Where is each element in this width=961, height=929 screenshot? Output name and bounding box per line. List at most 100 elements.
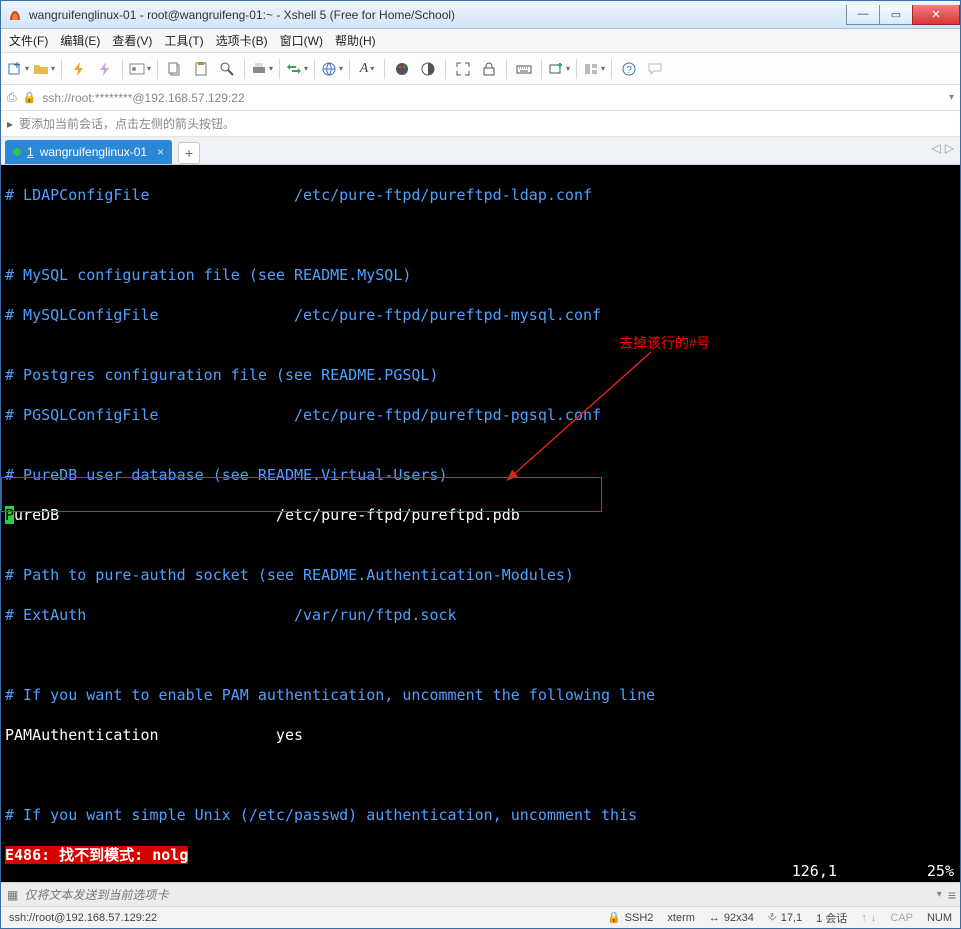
up-icon[interactable]: ↑ bbox=[861, 912, 867, 924]
terminal-area[interactable]: # LDAPConfigFile /etc/pure-ftpd/pureftpd… bbox=[1, 165, 960, 882]
term-line: # Postgres configuration file (see READM… bbox=[5, 366, 438, 384]
term-line: # PGSQLConfigFile /etc/pure-ftpd/pureftp… bbox=[5, 406, 601, 424]
tab-bar: 1 wangruifenglinux-01 × + ◁ ▷ bbox=[1, 137, 960, 165]
menu-file[interactable]: 文件(F) bbox=[9, 32, 48, 49]
status-sessions: 1 会话 bbox=[816, 910, 847, 926]
help-button[interactable]: ? bbox=[618, 58, 640, 80]
font-icon: A bbox=[360, 61, 369, 77]
ssh-lock-icon: 🔒 bbox=[607, 911, 621, 924]
search-icon bbox=[219, 61, 235, 77]
transfer-button[interactable] bbox=[286, 58, 308, 80]
close-button[interactable]: ✕ bbox=[912, 5, 960, 25]
theme-icon bbox=[420, 61, 436, 77]
addtab-button[interactable] bbox=[548, 58, 570, 80]
term-line: # MySQL configuration file (see README.M… bbox=[5, 266, 411, 284]
colors-button[interactable] bbox=[391, 58, 413, 80]
layout-button[interactable] bbox=[583, 58, 605, 80]
term-line: PAMAuthentication yes bbox=[5, 726, 303, 744]
term-line: # ExtAuth /var/run/ftpd.sock bbox=[5, 606, 457, 624]
reconnect-button[interactable] bbox=[68, 58, 90, 80]
compose-input[interactable]: 仅将文本发送到当前选项卡 bbox=[24, 886, 930, 903]
addr-add-icon[interactable]: ⎙ bbox=[7, 90, 17, 105]
new-icon bbox=[7, 61, 23, 77]
cursor-icon: ⎀ bbox=[768, 911, 777, 924]
address-text[interactable]: ssh://root:********@192.168.57.129:22 bbox=[42, 91, 943, 105]
profile-button[interactable] bbox=[129, 58, 151, 80]
menu-window[interactable]: 窗口(W) bbox=[280, 32, 323, 49]
layout-icon bbox=[583, 61, 599, 77]
term-line: # MySQLConfigFile /etc/pure-ftpd/pureftp… bbox=[5, 306, 601, 324]
theme-button[interactable] bbox=[417, 58, 439, 80]
paste-button[interactable] bbox=[190, 58, 212, 80]
disconnect-icon bbox=[97, 61, 113, 77]
term-line: # If you want simple Unix (/etc/passwd) … bbox=[5, 806, 637, 824]
print-button[interactable] bbox=[251, 58, 273, 80]
term-line: # PureDB user database (see README.Virtu… bbox=[5, 466, 448, 484]
tab-next-icon[interactable]: ▷ bbox=[945, 141, 954, 155]
status-rowcol: 17,1 bbox=[781, 912, 802, 924]
status-dot-icon bbox=[13, 148, 21, 156]
keyboard-icon bbox=[516, 61, 532, 77]
term-line-highlight: PureDB /etc/pure-ftpd/pureftpd.pdb bbox=[5, 506, 520, 524]
vim-percent: 25% bbox=[927, 861, 954, 881]
fullscreen-icon bbox=[455, 61, 471, 77]
new-session-button[interactable] bbox=[7, 58, 29, 80]
tab-close-icon[interactable]: × bbox=[153, 145, 164, 159]
hint-arrow-icon[interactable]: ▸ bbox=[7, 117, 13, 131]
vim-position: 126,1 bbox=[792, 861, 837, 881]
annotation-label: 去掉该行的#号 bbox=[619, 335, 710, 355]
tab-number: 1 bbox=[27, 145, 34, 159]
lightning-icon bbox=[71, 61, 87, 77]
maximize-button[interactable]: ▭ bbox=[879, 5, 913, 25]
session-tab-1[interactable]: 1 wangruifenglinux-01 × bbox=[5, 140, 172, 164]
globe-icon bbox=[321, 61, 337, 77]
menu-help[interactable]: 帮助(H) bbox=[335, 32, 376, 49]
hint-text: 要添加当前会话，点击左侧的箭头按钮。 bbox=[19, 115, 235, 132]
compose-icon: ▦ bbox=[7, 888, 18, 902]
menu-tabs[interactable]: 选项卡(B) bbox=[216, 32, 268, 49]
size-icon: ↔ bbox=[709, 912, 720, 924]
status-connection: ssh://root@192.168.57.129:22 bbox=[9, 912, 157, 924]
disconnect-button[interactable] bbox=[94, 58, 116, 80]
tab-prev-icon[interactable]: ◁ bbox=[932, 141, 941, 155]
newtab-icon bbox=[548, 61, 564, 77]
toolbar: A ? bbox=[1, 53, 960, 85]
font-button[interactable]: A bbox=[356, 58, 378, 80]
minimize-button[interactable]: — bbox=[846, 5, 880, 25]
title-bar[interactable]: wangruifenglinux-01 - root@wangruifeng-0… bbox=[1, 1, 960, 29]
down-icon[interactable]: ↓ bbox=[871, 912, 877, 924]
comment-button[interactable] bbox=[644, 58, 666, 80]
help-icon: ? bbox=[621, 61, 637, 77]
menu-view[interactable]: 查看(V) bbox=[112, 32, 152, 49]
menu-tools[interactable]: 工具(T) bbox=[164, 32, 203, 49]
status-term: xterm bbox=[667, 912, 695, 924]
lock-button[interactable] bbox=[478, 58, 500, 80]
term-line: # If you want to enable PAM authenticati… bbox=[5, 686, 655, 704]
printer-icon bbox=[251, 61, 267, 77]
menu-bar: 文件(F) 编辑(E) 查看(V) 工具(T) 选项卡(B) 窗口(W) 帮助(… bbox=[1, 29, 960, 53]
status-size: 92x34 bbox=[724, 912, 754, 924]
menu-edit[interactable]: 编辑(E) bbox=[60, 32, 100, 49]
fullscreen-button[interactable] bbox=[452, 58, 474, 80]
addr-lock-icon: 🔒 bbox=[23, 91, 37, 104]
error-line: E486: 找不到模式: nolg bbox=[5, 846, 188, 864]
globe-button[interactable] bbox=[321, 58, 343, 80]
new-tab-button[interactable]: + bbox=[178, 142, 200, 164]
address-bar: ⎙ 🔒 ssh://root:********@192.168.57.129:2… bbox=[1, 85, 960, 111]
status-bar: ssh://root@192.168.57.129:22 🔒SSH2 xterm… bbox=[1, 906, 960, 928]
hint-bar: ▸ 要添加当前会话，点击左侧的箭头按钮。 bbox=[1, 111, 960, 137]
compose-bar: ▦ 仅将文本发送到当前选项卡 ▾ ≡ bbox=[1, 882, 960, 906]
copy-button[interactable] bbox=[164, 58, 186, 80]
vim-status-right: 126,1 25% bbox=[792, 861, 954, 882]
term-line: # Path to pure-authd socket (see README.… bbox=[5, 566, 574, 584]
resize-grip-icon[interactable]: ≡ bbox=[948, 887, 954, 903]
copy-icon bbox=[167, 61, 183, 77]
search-button[interactable] bbox=[216, 58, 238, 80]
open-button[interactable] bbox=[33, 58, 55, 80]
keyboard-button[interactable] bbox=[513, 58, 535, 80]
addr-dropdown[interactable]: ▾ bbox=[949, 92, 954, 103]
compose-dropdown[interactable]: ▾ bbox=[937, 889, 942, 900]
paste-icon bbox=[193, 61, 209, 77]
lock-icon bbox=[481, 61, 497, 77]
card-icon bbox=[129, 61, 145, 77]
